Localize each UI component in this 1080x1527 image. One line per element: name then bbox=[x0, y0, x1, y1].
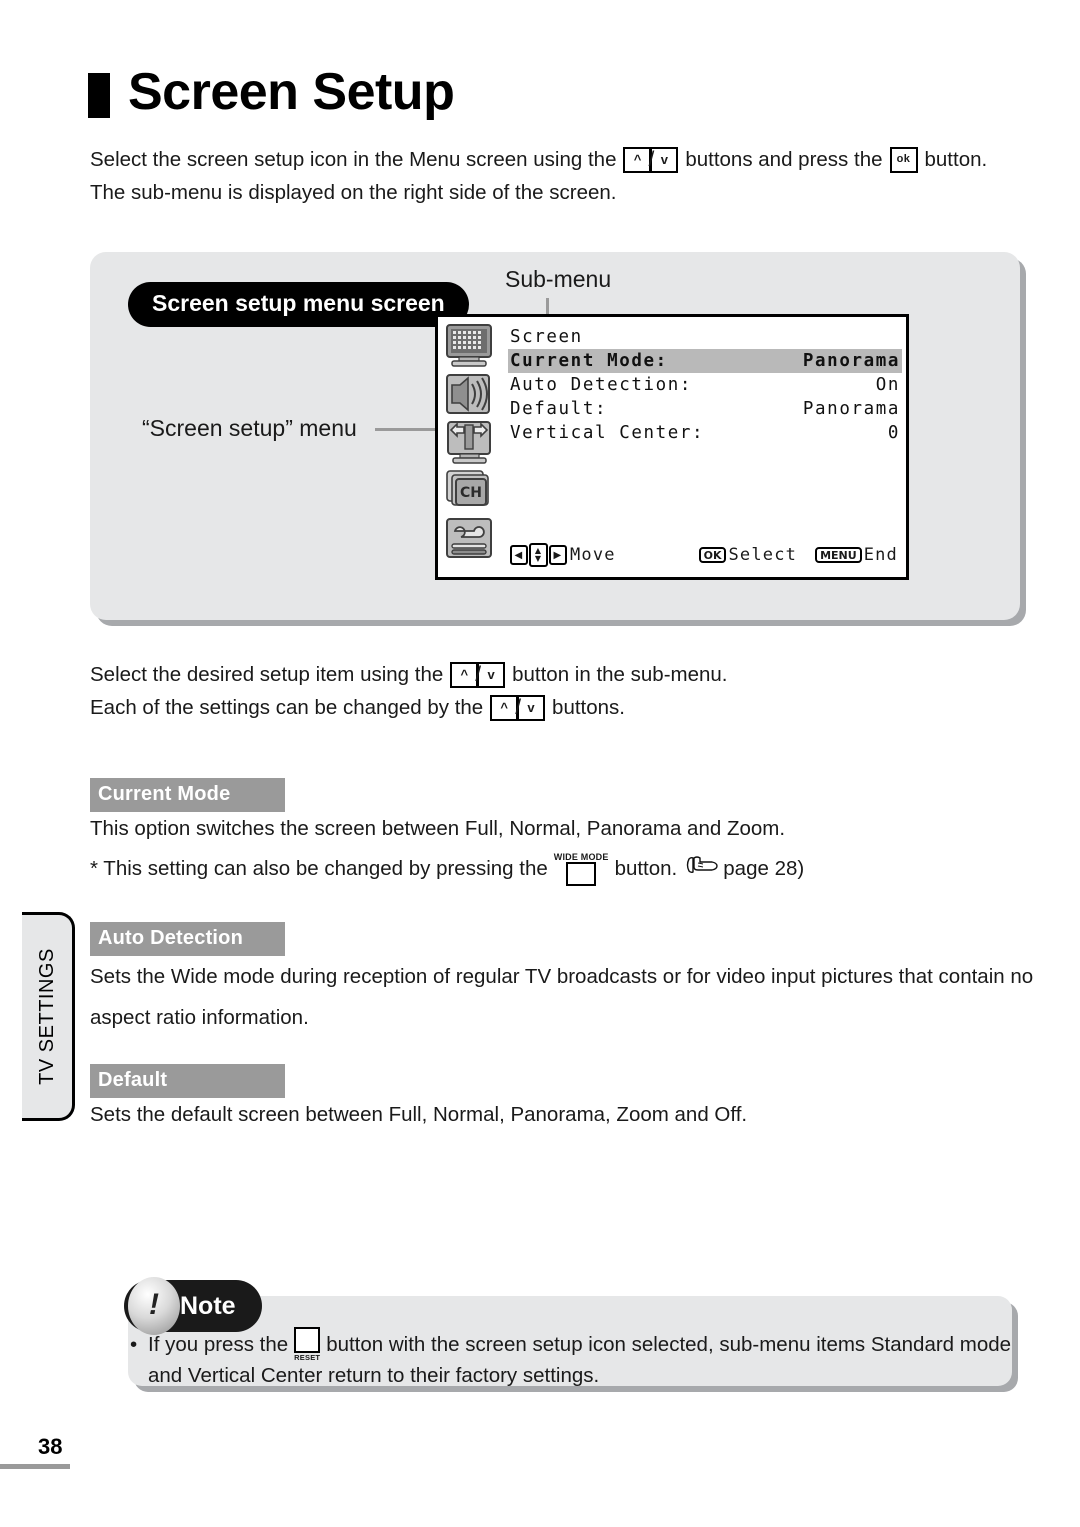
intro-line2: The sub-menu is displayed on the right s… bbox=[90, 181, 617, 204]
osd-move-hint: ◀ ▲ ▼ ▶ Move bbox=[510, 543, 616, 567]
osd-row-value: Panorama bbox=[802, 351, 900, 371]
default-body-text: Sets the default screen between Full, No… bbox=[90, 1103, 748, 1126]
key-separator: / bbox=[475, 663, 482, 686]
side-tab-tv-settings: TV SETTINGS bbox=[22, 912, 75, 1121]
key-separator: / bbox=[515, 696, 522, 719]
page-number: 38 bbox=[38, 1434, 63, 1459]
instructions-line1-a: Select the desired setup item using the bbox=[90, 663, 444, 686]
ok-key-icon[interactable]: ok bbox=[889, 146, 918, 173]
exclamation-icon: ! bbox=[128, 1277, 180, 1335]
channel-settings-icon[interactable]: CH bbox=[444, 467, 496, 513]
osd-row-auto-detection[interactable]: Auto Detection: On bbox=[508, 373, 902, 397]
osd-heading: Screen bbox=[510, 327, 583, 347]
current-mode-note-a: * This setting can also be changed by pr… bbox=[90, 857, 548, 880]
intro-paragraph: Select the screen setup icon in the Menu… bbox=[90, 143, 987, 209]
up-key-icon[interactable]: ^ bbox=[623, 146, 652, 173]
wide-mode-key-label: WIDE MODE bbox=[553, 851, 609, 862]
intro-text-b: buttons and press the bbox=[685, 148, 883, 171]
menu-button-icon: MENU bbox=[815, 547, 862, 563]
current-mode-note-b: button. bbox=[614, 857, 678, 880]
ok-button-icon: OK bbox=[698, 547, 727, 563]
auto-detection-line1: Sets the Wide mode during reception of r… bbox=[90, 965, 1034, 988]
dpad-icon: ◀ ▲ ▼ ▶ bbox=[510, 543, 567, 567]
audio-settings-icon[interactable] bbox=[444, 371, 496, 417]
up-key-icon[interactable]: ^ bbox=[490, 694, 519, 721]
auto-detection-body: Sets the Wide mode during reception of r… bbox=[90, 956, 1033, 1038]
osd-row-vertical-center[interactable]: Vertical Center: 0 bbox=[508, 421, 902, 445]
note-bullet: • bbox=[130, 1333, 138, 1356]
reset-key-icon[interactable]: RESET bbox=[294, 1326, 321, 1363]
down-key-icon[interactable]: v bbox=[517, 694, 546, 721]
instructions-line2-a: Each of the settings can be changed by t… bbox=[90, 696, 484, 719]
picture-settings-icon[interactable] bbox=[444, 323, 496, 369]
reset-key-label: RESET bbox=[294, 1352, 321, 1362]
wide-mode-key-icon[interactable]: WIDE MODE bbox=[554, 852, 609, 886]
osd-select-label: Select bbox=[728, 545, 798, 565]
note-line2: and Vertical Center return to their fact… bbox=[148, 1364, 600, 1387]
page-footer-rule bbox=[0, 1464, 70, 1469]
current-mode-note: * This setting can also be changed by pr… bbox=[90, 852, 805, 886]
section-heading-default: Default bbox=[90, 1064, 285, 1098]
exclamation-glyph: ! bbox=[149, 1288, 159, 1321]
down-key-icon[interactable]: v bbox=[477, 661, 506, 688]
note-line1-a: If you press the bbox=[148, 1333, 289, 1356]
current-mode-body-text: This option switches the screen between … bbox=[90, 817, 786, 840]
up-down-arrow-icon: ▲ ▼ bbox=[529, 543, 548, 567]
osd-row-value: Panorama bbox=[802, 399, 900, 419]
title-bullet-icon bbox=[88, 72, 110, 118]
osd-row-label: Default: bbox=[510, 399, 608, 419]
reset-key-box bbox=[294, 1326, 321, 1353]
instructions-line1-b: button in the sub-menu. bbox=[512, 663, 728, 686]
osd-icon-column: CH bbox=[444, 323, 502, 563]
osd-footer: ◀ ▲ ▼ ▶ Move OK Select MENU End bbox=[510, 543, 898, 567]
osd-select-hint: OK Select bbox=[698, 545, 798, 565]
note-text: • If you press the RESET button with the… bbox=[130, 1326, 1012, 1391]
instructions-paragraph: Select the desired setup item using the … bbox=[90, 658, 728, 724]
osd-end-label: End bbox=[863, 545, 898, 565]
page-title-block: Screen Setup bbox=[88, 63, 455, 121]
screen-setup-icon[interactable] bbox=[444, 419, 496, 465]
wide-mode-key-box bbox=[566, 861, 597, 886]
right-arrow-icon: ▶ bbox=[549, 545, 567, 565]
osd-row-value: On bbox=[875, 375, 900, 395]
screen-setup-menu-label: “Screen setup” menu bbox=[142, 415, 357, 441]
screen-setup-leader-line bbox=[375, 428, 437, 431]
section-heading-auto-detection: Auto Detection bbox=[90, 922, 285, 956]
callout-pill-label: Screen setup menu screen bbox=[128, 282, 469, 327]
default-body: Sets the default screen between Full, No… bbox=[90, 1098, 747, 1131]
note-title: Note bbox=[180, 1291, 236, 1320]
current-mode-note-ref: page 28) bbox=[723, 857, 805, 880]
osd-row-label: Current Mode: bbox=[510, 351, 668, 371]
page-title: Screen Setup bbox=[128, 63, 455, 121]
auto-detection-line2: aspect ratio information. bbox=[90, 1006, 309, 1029]
osd-text-area: Screen Current Mode: Panorama Auto Detec… bbox=[508, 325, 906, 445]
osd-screen: CH Screen Current Mode: Panorama Auto De… bbox=[435, 314, 909, 580]
osd-row-current-mode[interactable]: Current Mode: Panorama bbox=[508, 349, 902, 373]
pointing-hand-icon bbox=[685, 852, 719, 885]
note-line1-b: button with the screen setup icon select… bbox=[326, 1333, 1012, 1356]
diagram-panel: Screen setup menu screen Sub-menu “Scree… bbox=[90, 252, 1020, 620]
osd-end-hint: MENU End bbox=[815, 545, 898, 565]
current-mode-body: This option switches the screen between … bbox=[90, 812, 785, 845]
key-separator: / bbox=[648, 148, 655, 171]
osd-row-label: Vertical Center: bbox=[510, 423, 705, 443]
submenu-label: Sub-menu bbox=[505, 266, 612, 292]
osd-move-label: Move bbox=[570, 545, 616, 565]
svg-text:CH: CH bbox=[460, 485, 482, 501]
down-key-icon[interactable]: v bbox=[650, 146, 679, 173]
intro-text-c: button. bbox=[924, 148, 988, 171]
left-arrow-icon: ◀ bbox=[510, 545, 528, 565]
intro-text-a: Select the screen setup icon in the Menu… bbox=[90, 148, 617, 171]
osd-row-default[interactable]: Default: Panorama bbox=[508, 397, 902, 421]
note-pill: ! Note bbox=[124, 1277, 262, 1335]
osd-row-label: Auto Detection: bbox=[510, 375, 693, 395]
section-heading-current-mode: Current Mode bbox=[90, 778, 285, 812]
setup-tools-icon[interactable] bbox=[444, 515, 496, 561]
side-tab-label: TV SETTINGS bbox=[35, 948, 58, 1085]
instructions-line2-b: buttons. bbox=[552, 696, 625, 719]
up-key-icon[interactable]: ^ bbox=[450, 661, 479, 688]
osd-row-value: 0 bbox=[887, 423, 900, 443]
